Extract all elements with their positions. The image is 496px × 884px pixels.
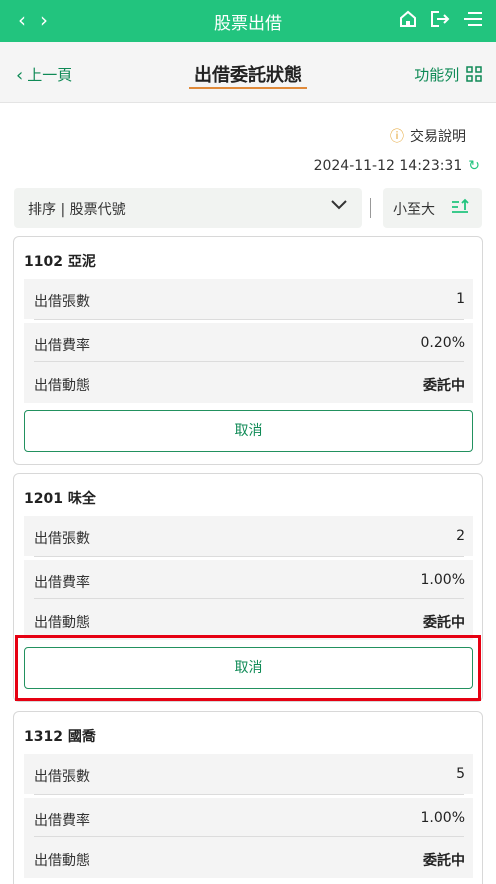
row-divider bbox=[34, 556, 464, 557]
page-header: ‹ 上一頁 出借委託狀態 功能列 bbox=[0, 42, 496, 103]
detail-row: 出借費率 0.20% bbox=[24, 323, 473, 363]
row-label: 出借張數 bbox=[34, 531, 90, 547]
detail-row: 出借張數 2 bbox=[24, 516, 473, 556]
cancel-button[interactable]: 取消 bbox=[24, 410, 473, 452]
row-label: 出借費率 bbox=[34, 575, 90, 591]
row-label: 出借費率 bbox=[34, 338, 90, 354]
row-value: 5 bbox=[456, 766, 465, 782]
sort-ascending-icon bbox=[450, 197, 470, 221]
row-value: 2 bbox=[456, 528, 465, 544]
detail-row: 出借費率 1.00% bbox=[24, 560, 473, 600]
sort-field-label: 排序 | 股票代號 bbox=[28, 202, 126, 218]
function-menu-label: 功能列 bbox=[414, 66, 460, 84]
top-actions bbox=[392, 9, 484, 33]
trading-explanation-label: 交易說明 bbox=[410, 129, 466, 145]
order-card: 1102 亞泥 出借張數 1 出借費率 0.20% 出借動態 委託中 取消 bbox=[13, 236, 483, 465]
home-icon[interactable] bbox=[398, 9, 418, 33]
status-value: 委託中 bbox=[423, 853, 465, 869]
logout-icon[interactable] bbox=[429, 9, 451, 33]
top-app-bar: ‹ › 股票出借 bbox=[0, 0, 496, 42]
row-label: 出借動態 bbox=[34, 853, 90, 869]
row-value: 1 bbox=[456, 291, 465, 307]
detail-row: 出借張數 5 bbox=[24, 754, 473, 794]
highlight-box bbox=[15, 635, 481, 701]
detail-row: 出借動態 委託中 bbox=[24, 363, 473, 403]
sort-order-label: 小至大 bbox=[393, 202, 435, 218]
status-value: 委託中 bbox=[423, 615, 465, 631]
refresh-icon[interactable]: ↻ bbox=[468, 158, 480, 174]
status-value: 委託中 bbox=[423, 378, 465, 394]
row-divider bbox=[34, 319, 464, 320]
row-value: 0.20% bbox=[420, 335, 465, 351]
row-divider bbox=[34, 794, 464, 795]
row-divider bbox=[34, 836, 464, 837]
row-label: 出借張數 bbox=[34, 294, 90, 310]
stock-name: 1201 味全 bbox=[24, 491, 96, 507]
info-icon: ⓘ bbox=[390, 129, 404, 145]
row-label: 出借張數 bbox=[34, 769, 90, 785]
row-label: 出借動態 bbox=[34, 378, 90, 394]
sort-field-select[interactable]: 排序 | 股票代號 bbox=[14, 188, 362, 228]
detail-row: 出借動態 委託中 bbox=[24, 600, 473, 640]
row-value: 1.00% bbox=[420, 572, 465, 588]
detail-row: 出借動態 委託中 bbox=[24, 838, 473, 878]
order-card: 1312 國喬 出借張數 5 出借費率 1.00% 出借動態 委託中 bbox=[13, 711, 483, 884]
sort-divider bbox=[370, 198, 371, 218]
title-underline bbox=[189, 87, 307, 89]
sort-order-toggle[interactable]: 小至大 bbox=[383, 188, 482, 228]
function-menu-button[interactable]: 功能列 bbox=[414, 64, 482, 85]
row-divider bbox=[34, 361, 464, 362]
stock-name: 1102 亞泥 bbox=[24, 254, 96, 270]
stock-name: 1312 國喬 bbox=[24, 729, 96, 745]
trading-explanation-link[interactable]: ⓘ 交易說明 bbox=[390, 126, 466, 146]
row-divider bbox=[34, 598, 464, 599]
detail-row: 出借張數 1 bbox=[24, 279, 473, 319]
grid-icon bbox=[466, 66, 482, 82]
menu-icon[interactable] bbox=[462, 9, 484, 33]
row-label: 出借費率 bbox=[34, 813, 90, 829]
update-timestamp: 2024-11-12 14:23:31 ↻ bbox=[314, 158, 480, 174]
chevron-down-icon bbox=[330, 199, 348, 215]
detail-row: 出借費率 1.00% bbox=[24, 798, 473, 838]
row-label: 出借動態 bbox=[34, 615, 90, 631]
timestamp-text: 2024-11-12 14:23:31 bbox=[313, 158, 463, 174]
row-value: 1.00% bbox=[420, 810, 465, 826]
